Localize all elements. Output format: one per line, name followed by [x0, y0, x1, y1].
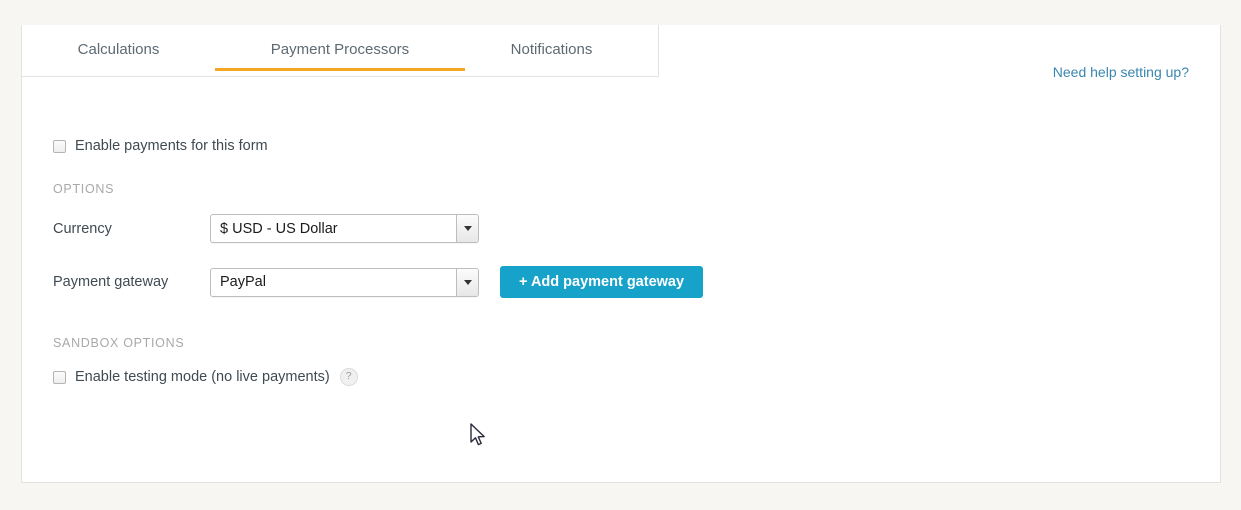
tab-notifications-underline — [465, 68, 638, 71]
tab-bar: Calculations Payment Processors Notifica… — [22, 25, 659, 77]
help-question-icon[interactable]: ? — [339, 368, 358, 386]
tab-notifications[interactable]: Notifications — [465, 25, 638, 77]
currency-select[interactable]: $ USD - US Dollar — [210, 214, 479, 243]
sandbox-options-heading: SANDBOX OPTIONS — [53, 336, 185, 350]
settings-panel: Calculations Payment Processors Notifica… — [21, 25, 1221, 483]
options-section-heading: OPTIONS — [53, 182, 115, 196]
tab-payment-processors-label: Payment Processors — [270, 41, 410, 58]
payment-gateway-select[interactable]: PayPal — [210, 267, 479, 297]
tab-calculations-underline — [22, 68, 215, 71]
testing-mode-checkbox[interactable] — [53, 370, 66, 384]
testing-mode-row: Enable testing mode (no live payments) ? — [53, 368, 358, 386]
tab-calculations[interactable]: Calculations — [22, 25, 215, 77]
enable-payments-row: Enable payments for this form — [53, 138, 268, 154]
chevron-down-icon[interactable] — [456, 268, 478, 296]
payment-gateway-select-value: PayPal — [220, 274, 266, 290]
tab-calculations-label: Calculations — [77, 41, 160, 58]
payment-gateway-row: Payment gateway PayPal + Add payment gat… — [53, 266, 704, 298]
tab-payment-processors-underline — [215, 68, 465, 71]
currency-select-value: $ USD - US Dollar — [220, 220, 338, 237]
add-payment-gateway-button[interactable]: + Add payment gateway — [500, 266, 704, 298]
payment-processors-panel: Enable payments for this form OPTIONS Cu… — [22, 77, 1220, 482]
payment-gateway-label: Payment gateway — [53, 274, 169, 290]
tab-payment-processors[interactable]: Payment Processors — [215, 25, 465, 77]
enable-payments-label[interactable]: Enable payments for this form — [75, 138, 268, 154]
testing-mode-label[interactable]: Enable testing mode (no live payments) — [75, 369, 330, 385]
currency-row: Currency $ USD - US Dollar — [53, 214, 479, 243]
enable-payments-checkbox[interactable] — [53, 139, 66, 153]
currency-label: Currency — [53, 220, 112, 237]
tab-notifications-label: Notifications — [510, 41, 593, 58]
chevron-down-icon[interactable] — [456, 215, 478, 242]
